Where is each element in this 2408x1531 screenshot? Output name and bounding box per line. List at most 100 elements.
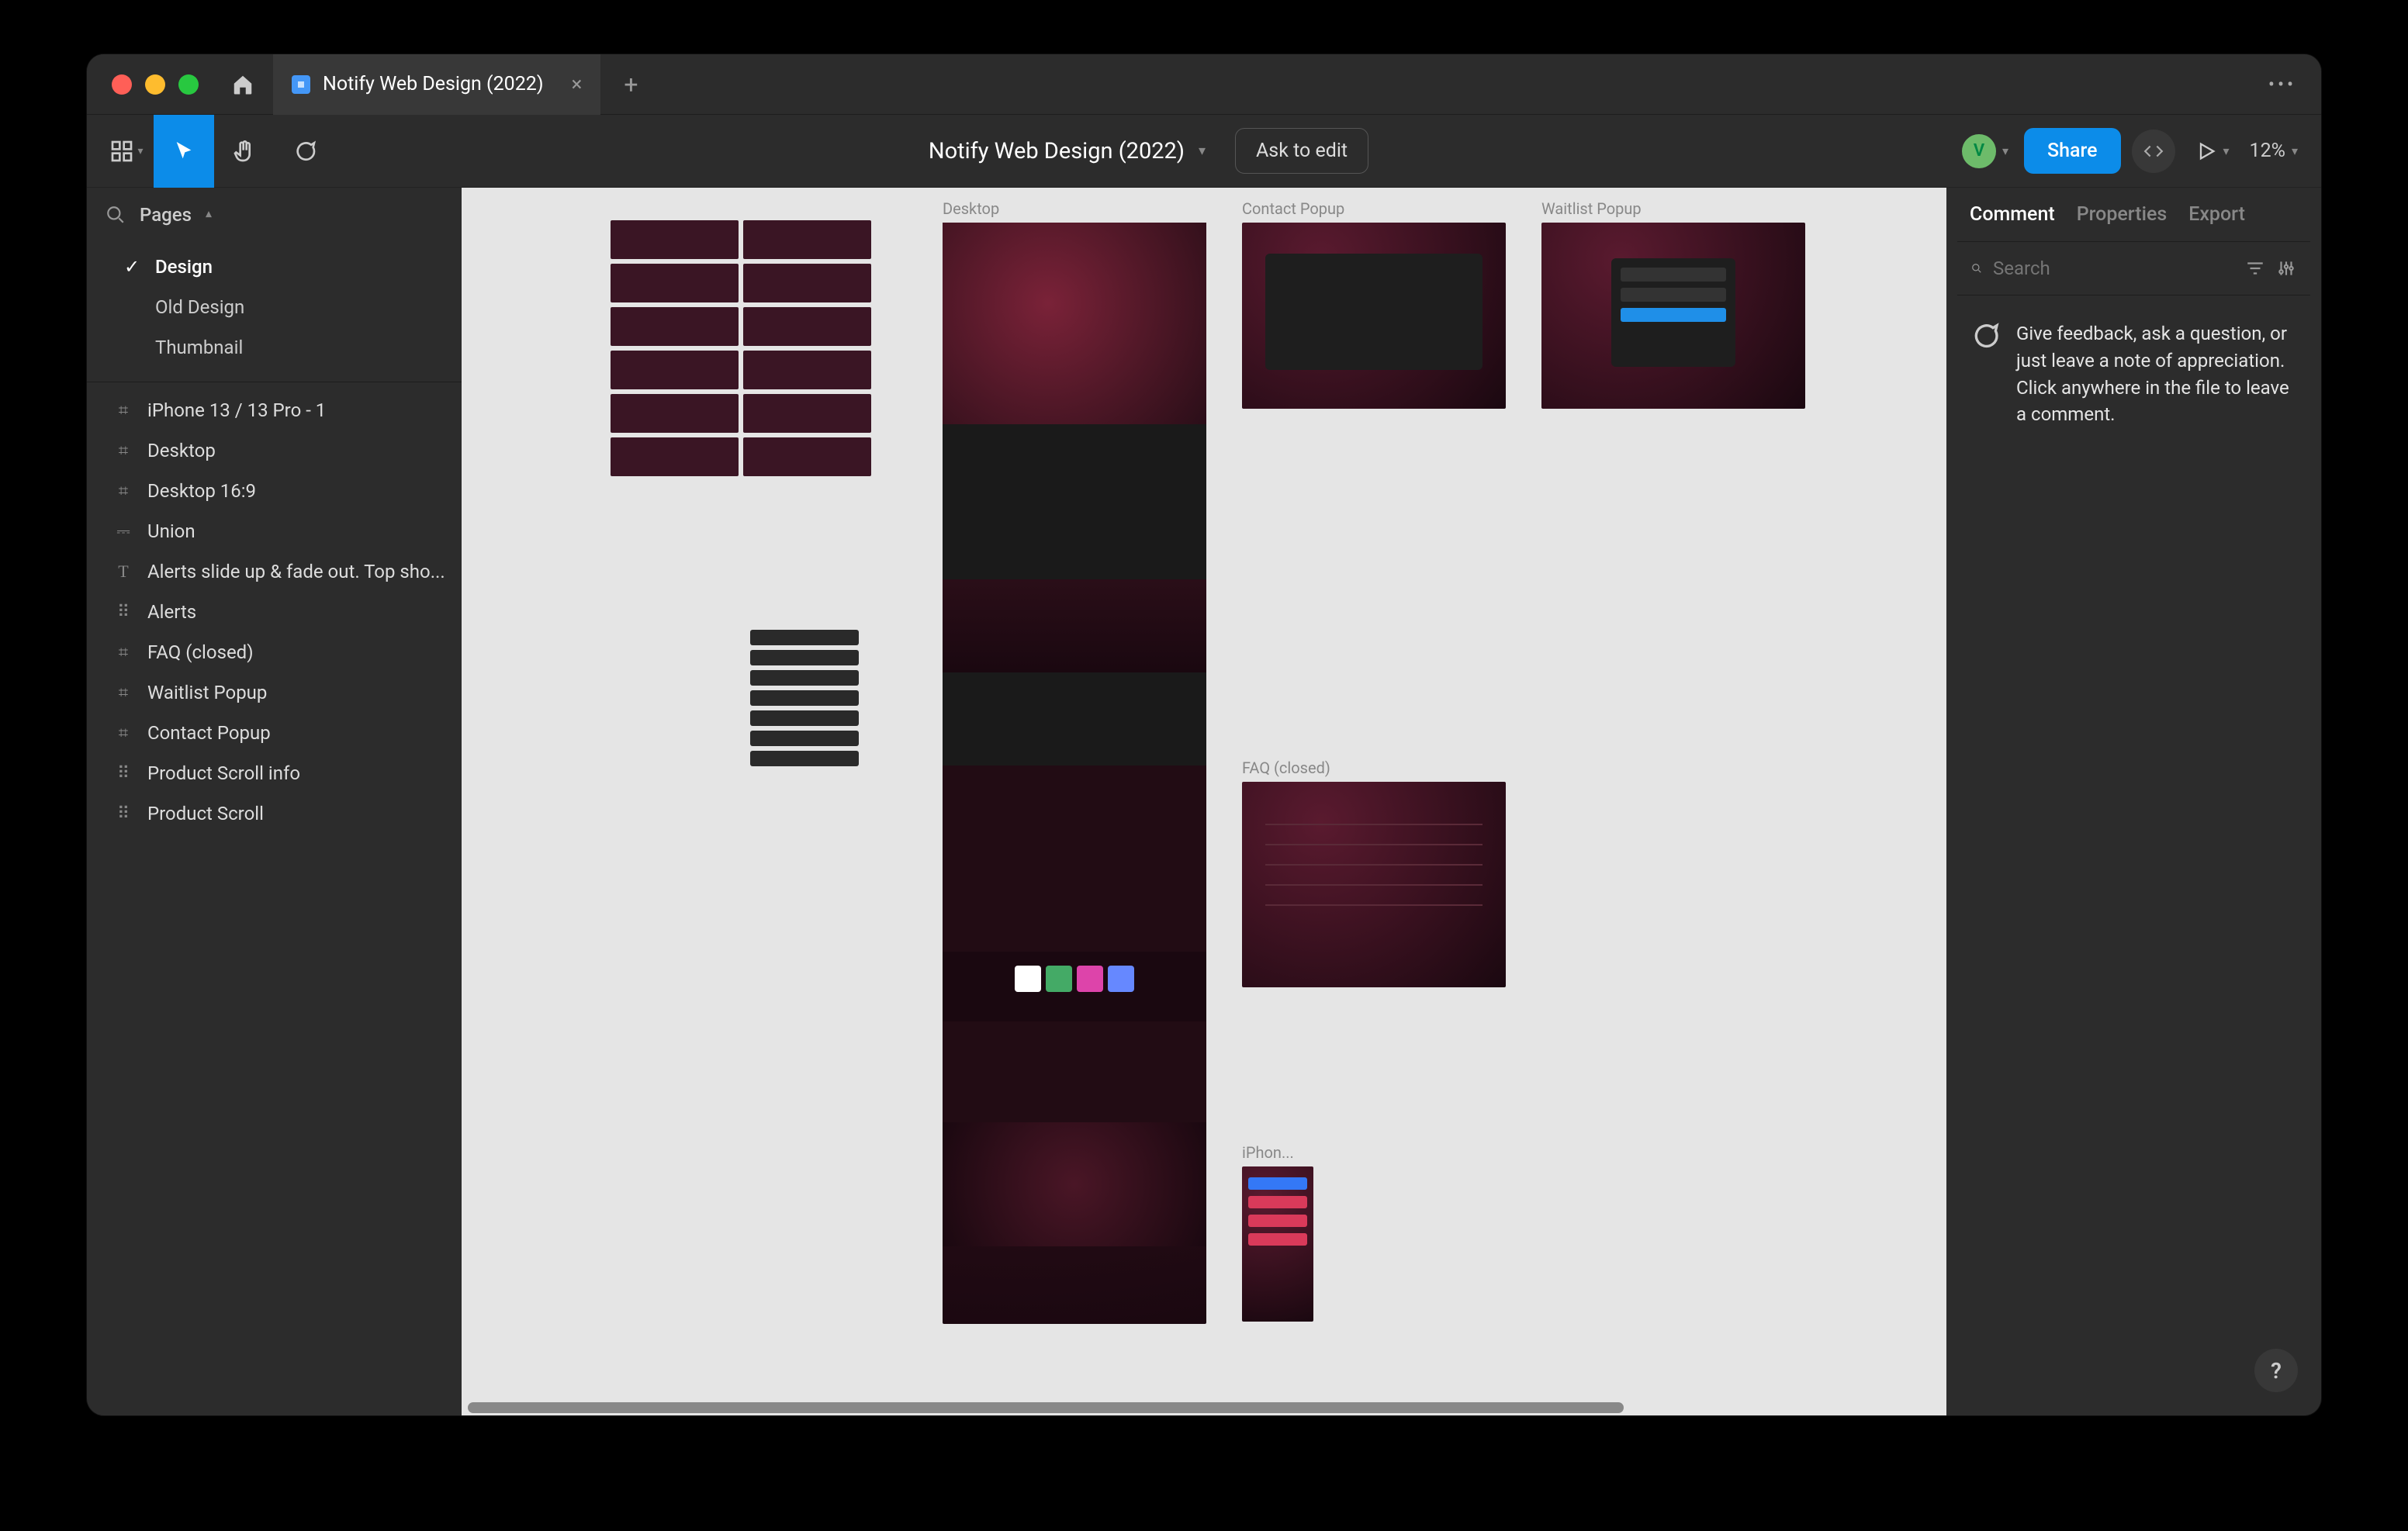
titlebar: Notify Web Design (2022) × + ••• [87,54,2321,115]
frame-icon [113,481,133,501]
canvas-frame-faq-closed[interactable] [1242,782,1506,987]
sliders-icon [2276,258,2296,278]
zoom-value: 12% [2250,140,2285,162]
canvas-frame-iphone[interactable] [1242,1166,1313,1322]
group-icon [113,804,133,824]
horizontal-scrollbar[interactable] [462,1398,1946,1415]
frame-label-contact-popup[interactable]: Contact Popup [1242,199,1344,218]
comment-tool-button[interactable] [275,115,335,188]
frame-label-waitlist-popup[interactable]: Waitlist Popup [1541,199,1642,218]
layer-union[interactable]: Union [87,511,462,551]
canvas-group-alerts[interactable] [750,630,859,766]
tab-comment[interactable]: Comment [1970,203,2055,226]
canvas-viewport[interactable]: Desktop Contact Popup Waitlis [462,188,1946,1415]
hand-tool-button[interactable] [214,115,275,188]
cursor-icon [171,139,196,164]
pages-label: Pages [140,204,192,226]
union-icon [113,521,133,541]
canvas-group-product-scroll[interactable] [609,219,873,490]
page-item-thumbnail[interactable]: ✓ Thumbnail [87,327,462,368]
frame-icon [113,723,133,743]
canvas-frame-contact-popup[interactable] [1242,223,1506,409]
traffic-lights [87,74,199,95]
page-item-design[interactable]: ✓ Design [87,247,462,287]
layer-desktop-16-9[interactable]: Desktop 16:9 [87,471,462,511]
right-panel: Comment Properties Export Give feedback,… [1946,188,2321,1415]
filter-button[interactable] [2245,255,2265,282]
file-title[interactable]: Notify Web Design (2022) [929,138,1185,164]
layer-name: Desktop [147,440,216,461]
text-icon [113,562,133,582]
chevron-down-icon[interactable]: ▾ [1199,143,1206,159]
help-button[interactable]: ? [2254,1349,2298,1392]
close-window-button[interactable] [112,74,132,95]
frame-label-desktop[interactable]: Desktop [943,199,999,218]
layer-product-scroll-info[interactable]: Product Scroll info [87,753,462,793]
page-item-old-design[interactable]: ✓ Old Design [87,287,462,327]
share-button[interactable]: Share [2024,128,2121,174]
comment-icon [1970,320,2001,351]
page-list: ✓ Design ✓ Old Design ✓ Thumbnail [87,242,462,382]
code-icon [2143,141,2164,161]
canvas-frame-desktop[interactable] [943,223,1206,1324]
file-tab[interactable]: Notify Web Design (2022) × [273,54,600,115]
layer-desktop[interactable]: Desktop [87,430,462,471]
comment-icon [292,139,317,164]
chevron-down-icon: ▾ [2223,143,2230,158]
comment-hint-text: Give feedback, ask a question, or just l… [2016,320,2298,428]
chevron-down-icon: ▾ [137,145,143,157]
layer-name: Product Scroll info [147,762,300,784]
layer-name: Contact Popup [147,722,271,744]
layer-waitlist-popup[interactable]: Waitlist Popup [87,672,462,713]
page-name: Old Design [155,296,244,318]
layer-name: Product Scroll [147,803,264,824]
home-icon [231,73,254,96]
pages-header[interactable]: Pages ▾ [87,188,462,242]
layer-name: FAQ (closed) [147,641,254,663]
home-button[interactable] [213,54,273,115]
page-name: Thumbnail [155,337,243,358]
canvas[interactable]: Desktop Contact Popup Waitlis [462,188,1946,1415]
main-menu-button[interactable]: ▾ [99,115,154,188]
group-icon [113,763,133,783]
user-menu[interactable]: V ▾ [1962,134,2013,168]
layer-name: iPhone 13 / 13 Pro - 1 [147,399,326,421]
layer-iphone13[interactable]: iPhone 13 / 13 Pro - 1 [87,390,462,430]
new-tab-button[interactable]: + [600,70,661,99]
settings-button[interactable] [2276,255,2296,282]
toolbar-right: V ▾ Share ▾ 12% ▾ [1962,128,2309,174]
menu-icon [109,139,134,164]
check-icon: ✓ [124,256,143,278]
minimize-window-button[interactable] [145,74,165,95]
maximize-window-button[interactable] [178,74,199,95]
layer-alerts[interactable]: Alerts [87,592,462,632]
frame-label-faq-closed[interactable]: FAQ (closed) [1242,759,1330,777]
layer-name: Desktop 16:9 [147,480,256,502]
scrollbar-thumb[interactable] [468,1402,1624,1413]
layer-product-scroll[interactable]: Product Scroll [87,793,462,834]
avatar: V [1962,134,1996,168]
tab-properties[interactable]: Properties [2077,203,2168,226]
group-icon [113,602,133,622]
tab-close-button[interactable]: × [572,73,583,96]
dev-mode-button[interactable] [2132,130,2175,173]
hand-icon [232,139,257,164]
comment-search-input[interactable] [1993,257,2234,279]
layer-list: iPhone 13 / 13 Pro - 1 Desktop Desktop 1… [87,382,462,834]
layer-contact-popup[interactable]: Contact Popup [87,713,462,753]
layer-faq-closed[interactable]: FAQ (closed) [87,632,462,672]
move-tool-button[interactable] [154,115,214,188]
toolbar: ▾ Notify Web Design (2022) ▾ Ask to edit… [87,115,2321,188]
toolbar-center: Notify Web Design (2022) ▾ Ask to edit [335,128,1962,174]
tab-export[interactable]: Export [2188,203,2245,226]
comment-search [1957,241,2310,295]
canvas-frame-waitlist-popup[interactable] [1541,223,1805,409]
zoom-menu[interactable]: 12% ▾ [2250,140,2309,162]
frame-icon [113,642,133,662]
more-menu-button[interactable]: ••• [2268,74,2296,95]
ask-to-edit-button[interactable]: Ask to edit [1235,128,1368,174]
figma-file-icon [292,75,310,94]
layer-alerts-text[interactable]: Alerts slide up & fade out. Top sho... [87,551,462,592]
frame-label-iphone[interactable]: iPhon... [1242,1143,1294,1162]
present-button[interactable]: ▾ [2186,140,2239,162]
